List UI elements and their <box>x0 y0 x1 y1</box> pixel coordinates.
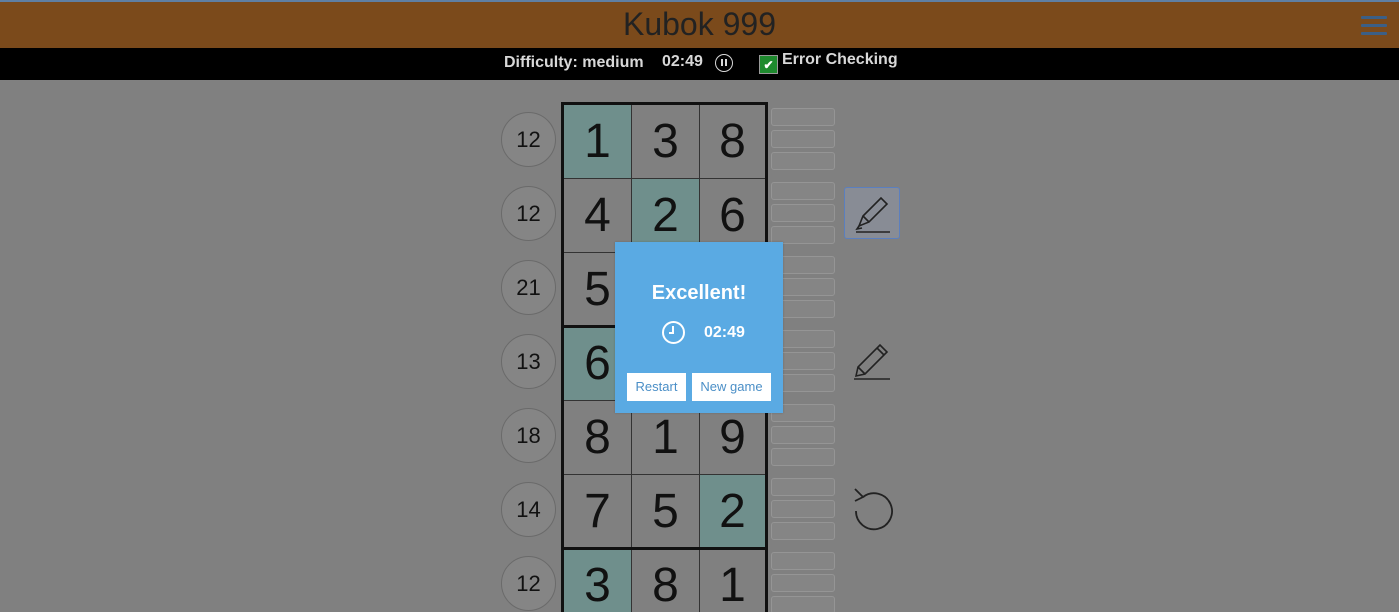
marker-pen-icon <box>855 196 890 233</box>
board-cell[interactable]: 5 <box>632 475 700 549</box>
board-cell[interactable]: 3 <box>632 105 700 179</box>
app-title: Kubok 999 <box>622 6 776 42</box>
row-clue: 13 <box>501 334 556 389</box>
row-clue: 12 <box>501 112 556 167</box>
board-cell[interactable]: 7 <box>564 475 632 549</box>
difficulty-label: Difficulty: medium <box>504 54 644 71</box>
note-slot[interactable] <box>771 500 835 518</box>
row-clue: 12 <box>501 556 556 611</box>
clock-icon <box>662 321 685 344</box>
row-clue: 21 <box>501 260 556 315</box>
modal-time: 02:49 <box>704 324 745 341</box>
box-divider <box>564 547 765 550</box>
note-slot[interactable] <box>771 522 835 540</box>
restart-button[interactable]: Restart <box>627 373 686 401</box>
note-slot[interactable] <box>771 204 835 222</box>
pencil-icon <box>854 343 890 380</box>
error-checking-checkbox[interactable]: ✔ <box>759 55 778 74</box>
note-slot[interactable] <box>771 552 835 570</box>
note-slot[interactable] <box>771 108 835 126</box>
board-cell[interactable]: 1 <box>564 105 632 179</box>
row-clue: 12 <box>501 186 556 241</box>
note-slot[interactable] <box>771 182 835 200</box>
pause-icon[interactable] <box>715 54 733 72</box>
hamburger-menu-icon[interactable] <box>1361 16 1387 36</box>
new-game-button[interactable]: New game <box>692 373 771 401</box>
board-cell[interactable]: 8 <box>632 549 700 612</box>
undo-tool-button[interactable] <box>844 483 900 535</box>
modal-title: Excellent! <box>651 282 747 304</box>
note-slot[interactable] <box>771 478 835 496</box>
row-clue: 14 <box>501 482 556 537</box>
note-slot[interactable] <box>771 152 835 170</box>
board-cell[interactable]: 2 <box>700 475 765 549</box>
row-clue: 18 <box>501 408 556 463</box>
board-cell[interactable]: 3 <box>564 549 632 612</box>
info-bar: Difficulty: medium 02:49 ✔ Error Checkin… <box>0 48 1399 80</box>
title-bar: Kubok 999 <box>0 0 1399 48</box>
note-slot[interactable] <box>771 426 835 444</box>
note-slot[interactable] <box>771 448 835 466</box>
note-slot[interactable] <box>771 574 835 592</box>
timer-display: 02:49 <box>662 53 703 70</box>
marker-pen-tool-button[interactable] <box>844 187 900 239</box>
undo-icon <box>854 488 893 531</box>
note-slot[interactable] <box>771 130 835 148</box>
board-cell[interactable]: 1 <box>700 549 765 612</box>
error-checking-label: Error Checking <box>782 51 898 68</box>
note-slot[interactable] <box>771 596 835 612</box>
pencil-tool-button[interactable] <box>844 335 900 387</box>
success-modal: Excellent! 02:49 Restart New game <box>615 242 783 413</box>
board-cell[interactable]: 8 <box>700 105 765 179</box>
